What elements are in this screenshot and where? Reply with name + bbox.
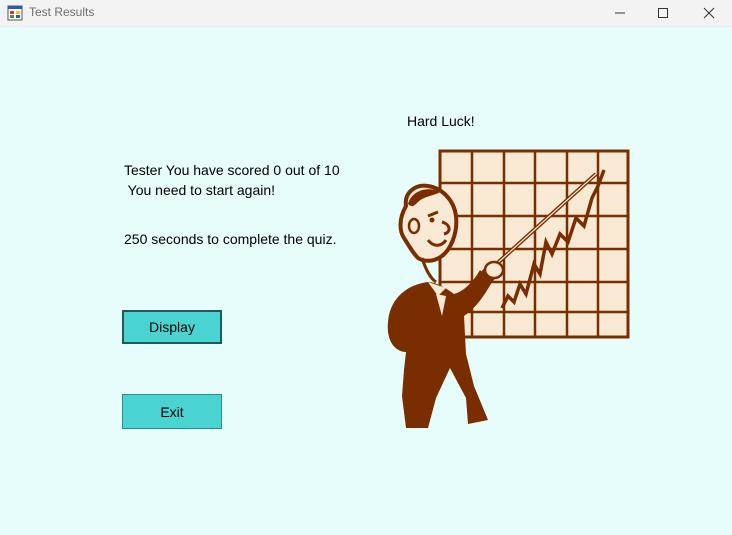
advice-label: You need to start again!	[124, 182, 276, 198]
close-button[interactable]	[686, 0, 732, 26]
display-button[interactable]: Display	[122, 310, 222, 344]
window-title: Test Results	[29, 5, 95, 19]
minimize-icon	[615, 12, 625, 14]
maximize-button[interactable]	[640, 0, 686, 26]
title-bar[interactable]: Test Results	[0, 0, 732, 27]
cartoon-presenter-image	[387, 149, 630, 428]
time-label: 250 seconds to complete the quiz.	[124, 231, 337, 247]
score-label: Tester You have scored 0 out of 10	[124, 162, 340, 178]
result-heading: Hard Luck!	[407, 113, 475, 129]
exit-button[interactable]: Exit	[122, 394, 222, 429]
windows-form-icon	[7, 5, 23, 21]
minimize-button[interactable]	[597, 0, 643, 26]
close-icon	[703, 7, 715, 19]
maximize-icon	[658, 8, 668, 18]
